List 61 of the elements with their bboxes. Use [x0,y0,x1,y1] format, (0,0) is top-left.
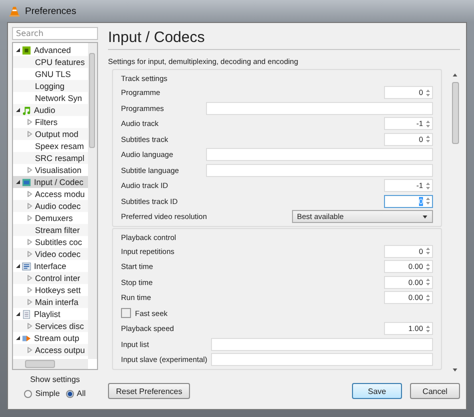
tree-item[interactable]: Main interfa [13,296,89,308]
tree-item[interactable]: Filters [13,116,89,128]
tree-item[interactable]: Output mod [13,128,89,140]
tree-item[interactable]: Stream outp [13,332,89,344]
text-field[interactable] [211,338,433,351]
search-field[interactable]: Search [12,27,98,40]
text-field[interactable] [206,102,433,115]
expanded-arrow-icon[interactable] [14,311,20,317]
tree-item[interactable]: Access outpu [13,344,89,356]
radio-option[interactable]: Simple [24,389,60,398]
text-field[interactable] [211,353,433,366]
music-note-icon [22,106,31,114]
collapsed-arrow-icon[interactable] [26,347,32,353]
expanded-arrow-icon[interactable] [14,179,20,185]
tree-item[interactable]: CPU features [13,56,89,68]
collapsed-arrow-icon[interactable] [26,167,32,173]
scroll-up-icon[interactable] [452,72,458,78]
window-title: Preferences [25,6,76,16]
tree-item[interactable]: Subtitles coc [13,236,89,248]
text-field[interactable] [206,164,433,177]
tree-item[interactable]: Access modu [13,188,89,200]
media-icon [22,178,31,186]
text-field[interactable] [206,148,433,162]
scrollbar[interactable] [88,43,97,359]
tree-item[interactable]: Visualisation [13,164,89,176]
tree-item[interactable]: Audio codec [13,200,89,212]
dialog-button[interactable]: Cancel [410,383,460,399]
tree-item[interactable]: Control inter [13,272,89,284]
tree-item[interactable]: Input / Codec [13,176,89,188]
tree-item[interactable]: Advanced [13,44,89,56]
expanded-arrow-icon[interactable] [14,263,20,269]
tree-item[interactable]: Logging [13,80,89,92]
scroll-down-icon[interactable] [452,367,458,373]
tree-item[interactable]: Hotkeys sett [13,284,89,296]
radio-option[interactable]: All [66,389,86,398]
show-settings-label: Show settings [30,375,80,384]
tree-item[interactable]: Audio [13,104,89,116]
tree-item[interactable]: Network Syn [13,92,89,104]
scrollbar[interactable] [13,359,88,369]
tree-item[interactable]: SRC resampl [13,152,89,164]
page-title: Input / Codecs [108,29,460,50]
collapsed-arrow-icon[interactable] [26,323,32,329]
chip-icon [22,46,31,54]
caret-icon [422,214,428,220]
tree-item[interactable]: Playlist [13,308,89,320]
tree-item[interactable]: Services disc [13,320,89,332]
expanded-arrow-icon[interactable] [14,335,20,341]
tree-item[interactable]: Demuxers [13,212,89,224]
expanded-arrow-icon[interactable] [14,47,20,53]
tree-item[interactable]: Interface [13,260,89,272]
tree-item[interactable]: Speex resam [13,140,89,152]
document-icon [22,310,31,318]
dialog-button[interactable]: Reset Preferences [108,383,190,399]
tree-item[interactable]: Video codec [13,248,89,260]
dialog-button[interactable]: Save [352,383,402,399]
expanded-arrow-icon[interactable] [14,107,20,113]
stream-icon [22,334,31,342]
tree-item[interactable]: Stream filter [13,224,89,236]
tree-item[interactable]: GNU TLS [13,68,89,80]
list-icon [22,262,31,270]
cone-icon [9,6,20,16]
